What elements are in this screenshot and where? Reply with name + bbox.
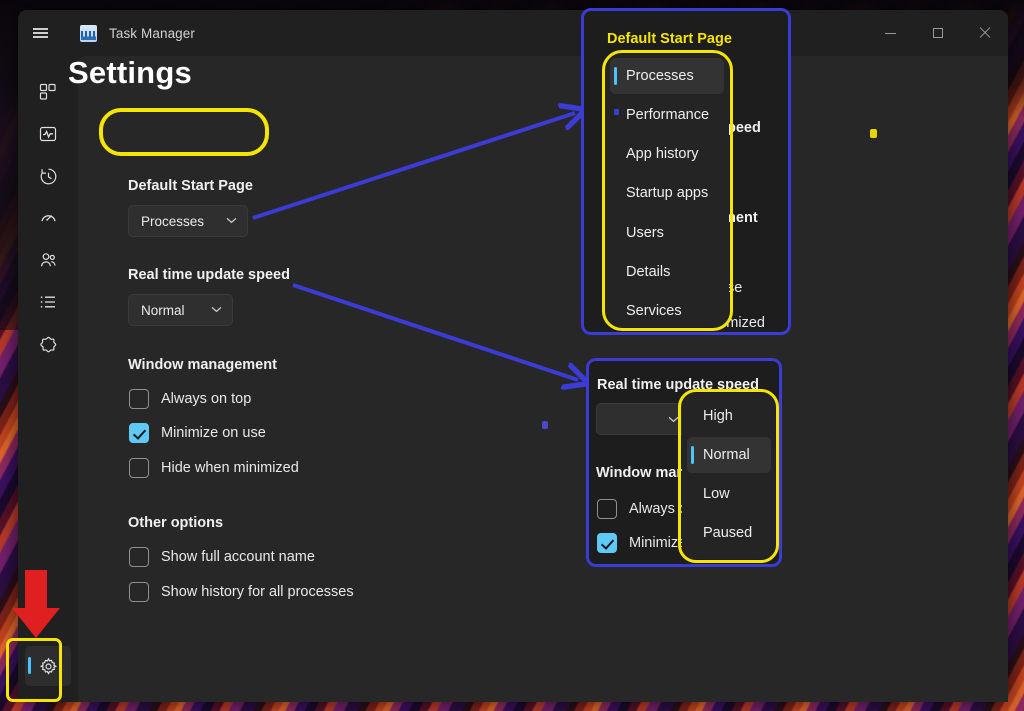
chevron-down-icon: [212, 216, 237, 227]
performance-pulse-icon: [39, 125, 57, 143]
real-time-update-speed-value: Normal: [141, 302, 185, 318]
settings-gear-icon: [39, 657, 58, 676]
history-clock-icon: [39, 167, 58, 186]
checkbox-always-on-top[interactable]: Always on top: [129, 388, 251, 410]
checkbox-label: Show history for all processes: [161, 584, 354, 600]
processes-grid-icon: [39, 83, 57, 101]
title-bar: Task Manager: [18, 10, 1008, 56]
sidebar-item-startup-apps[interactable]: [25, 198, 71, 238]
sidebar-item-services[interactable]: [25, 324, 71, 364]
checkbox-box: [129, 582, 149, 602]
navigation-rail: [18, 56, 78, 702]
page-title: Settings: [68, 55, 192, 90]
checkbox-label: Show full account name: [161, 549, 315, 565]
checkbox-minimize-on-use[interactable]: Minimize on use: [129, 422, 266, 444]
sidebar-item-users[interactable]: [25, 240, 71, 280]
maximize-icon[interactable]: [914, 10, 961, 56]
sidebar-item-details[interactable]: [25, 282, 71, 322]
default-start-page-dropdown[interactable]: Processes: [128, 205, 248, 237]
checkbox-hide-when-minimized[interactable]: Hide when minimized: [129, 457, 299, 479]
sidebar-item-performance[interactable]: [25, 114, 71, 154]
task-manager-icon: [80, 24, 97, 42]
sidebar-item-processes[interactable]: [25, 72, 71, 112]
checkbox-label: Minimize on use: [161, 425, 266, 441]
selection-indicator: [28, 657, 31, 674]
minimize-icon[interactable]: [867, 10, 914, 56]
default-start-page-label: Default Start Page: [128, 178, 253, 194]
other-options-label: Other options: [128, 515, 224, 531]
hamburger-menu-icon[interactable]: [18, 10, 62, 56]
startup-gauge-icon: [39, 209, 58, 228]
real-time-update-speed-label: Real time update speed: [128, 267, 290, 283]
checkbox-label: Hide when minimized: [161, 460, 299, 476]
checkbox-show-full-account-name[interactable]: Show full account name: [129, 546, 315, 568]
real-time-update-speed-dropdown[interactable]: Normal: [128, 294, 233, 326]
sidebar-item-settings[interactable]: [25, 646, 71, 686]
window-management-label: Window management: [128, 357, 277, 373]
checkbox-label: Always on top: [161, 391, 252, 407]
app-title: Task Manager: [109, 25, 195, 41]
close-icon[interactable]: [961, 10, 1008, 56]
checkbox-box: [129, 458, 149, 478]
checkbox-show-history-all-processes[interactable]: Show history for all processes: [129, 581, 354, 603]
users-people-icon: [39, 251, 58, 270]
desktop-background: Task Manager Settings Default Start Page…: [0, 0, 1024, 711]
services-cog-icon: [39, 335, 58, 354]
checkbox-box: [129, 423, 149, 443]
checkbox-box: [129, 389, 149, 409]
chevron-down-icon: [197, 305, 222, 316]
settings-content: [78, 56, 1008, 702]
details-list-icon: [39, 293, 57, 311]
checkbox-box: [129, 547, 149, 567]
default-start-page-value: Processes: [141, 213, 205, 229]
sidebar-item-app-history[interactable]: [25, 156, 71, 196]
